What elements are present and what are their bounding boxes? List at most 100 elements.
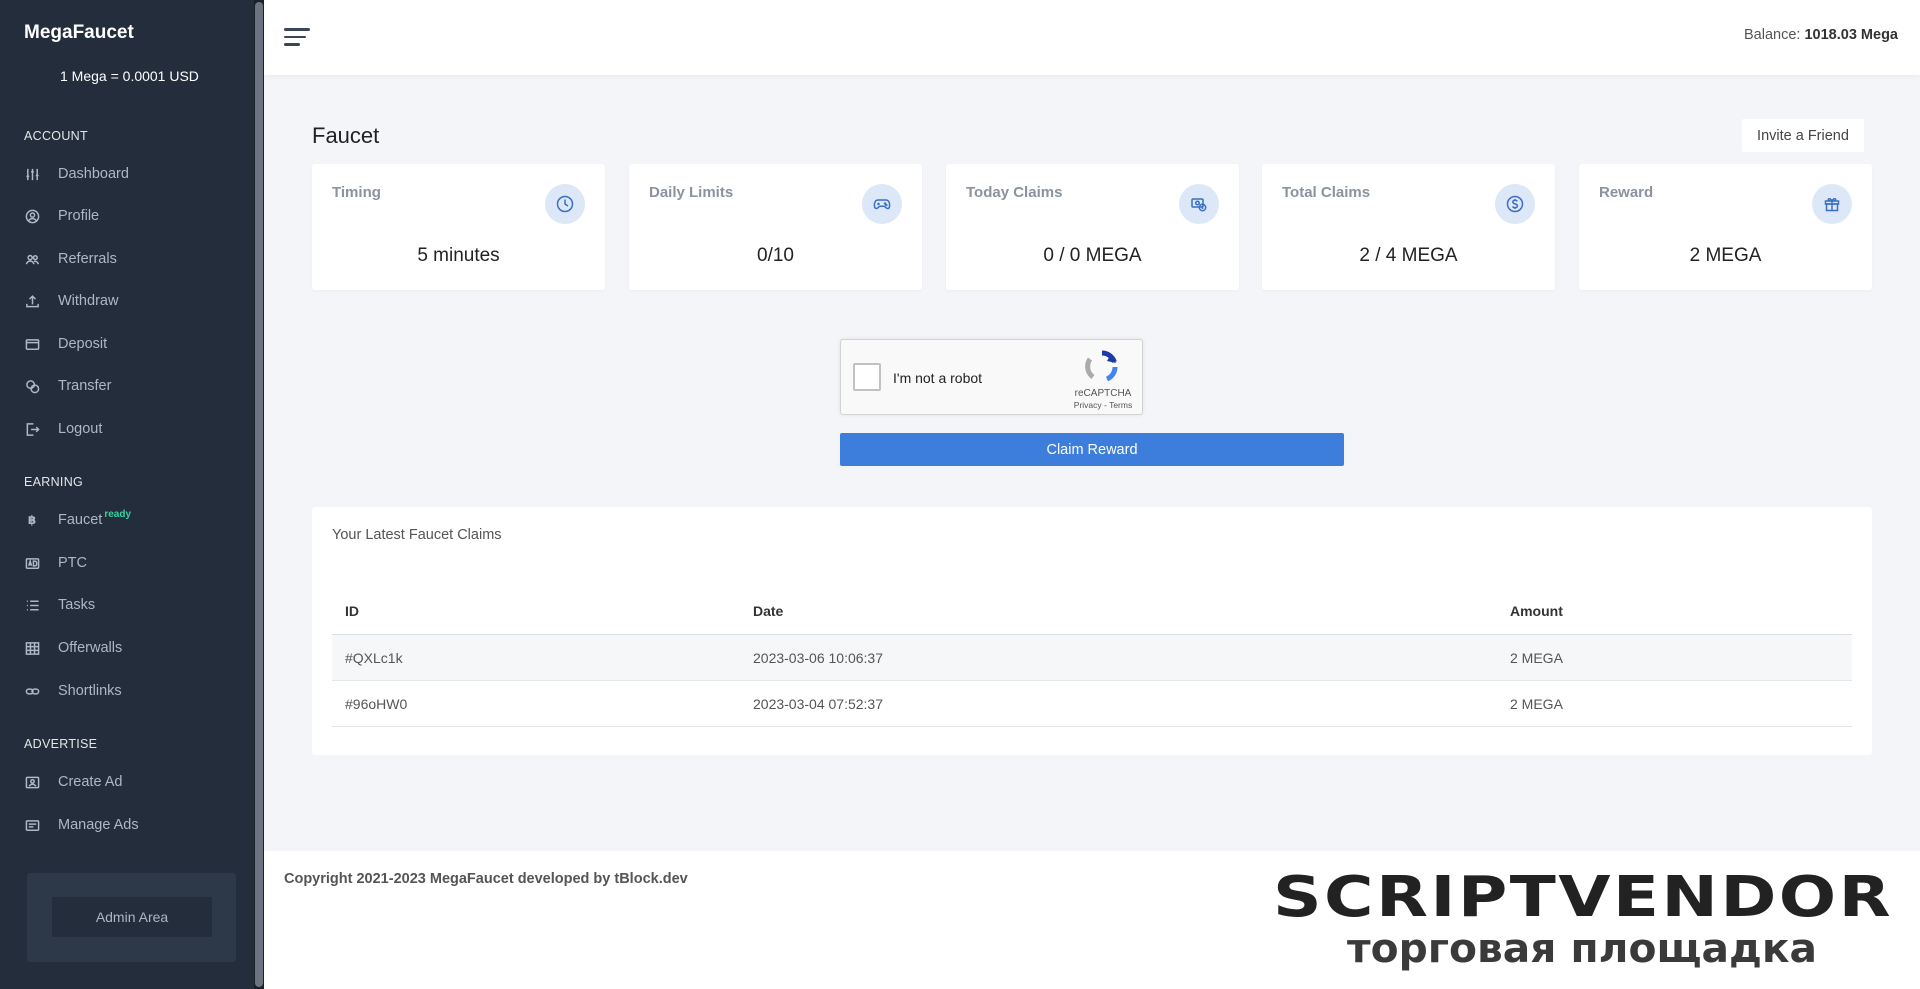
recaptcha-links[interactable]: Privacy - Terms [1065, 400, 1141, 410]
wallet-icon [24, 336, 40, 352]
stat-card-today-claims: Today Claims 0 / 0 MEGA [946, 164, 1239, 290]
table-row: #QXLc1k 2023-03-06 10:06:37 2 MEGA [332, 635, 1852, 681]
sidebar-item-label: Transfer [58, 378, 112, 394]
page-title: Faucet [312, 123, 380, 148]
sidebar-item-label: Shortlinks [58, 683, 122, 699]
topbar: Balance: 1018.03 Mega [264, 0, 1920, 75]
sidebar-item-profile[interactable]: Profile [24, 201, 244, 231]
sidebar-item-ptc[interactable]: PTC [24, 548, 244, 578]
header-date: Date [753, 602, 784, 619]
upload-icon [24, 293, 40, 309]
users-icon [24, 251, 40, 267]
sidebar-item-label: Tasks [58, 597, 96, 613]
list-icon [24, 597, 40, 613]
card-icon [24, 817, 40, 833]
sidebar-item-withdraw[interactable]: Withdraw [24, 286, 244, 316]
stat-card-daily-limits: Daily Limits 0/10 [629, 164, 922, 290]
ad-icon [24, 555, 40, 571]
link-icon [24, 683, 40, 699]
claims-table: ID Date Amount #QXLc1k 2023-03-06 10:06:… [332, 587, 1852, 727]
cell-date: 2023-03-06 10:06:37 [753, 649, 883, 666]
sidebar-scrollbar[interactable] [254, 0, 264, 989]
card-value: 0 / 0 MEGA [1043, 245, 1142, 266]
claims-title: Your Latest Faucet Claims [332, 527, 502, 543]
sidebar-item-label: Withdraw [58, 293, 119, 309]
sidebar-item-label: PTC [58, 555, 87, 571]
watermark-line1: SCRIPTVENDOR [1273, 865, 1893, 930]
sidebar-item-referrals[interactable]: Referrals [24, 244, 244, 274]
sidebar-item-label: Faucet [58, 512, 103, 528]
sidebar-item-label: Profile [58, 208, 100, 224]
sidebar-item-label: Deposit [58, 336, 108, 352]
sidebar-item-label: Dashboard [58, 166, 129, 182]
user-circle-icon [24, 208, 40, 224]
sidebar-item-label: Referrals [58, 251, 117, 267]
scrollbar-thumb[interactable] [255, 2, 263, 987]
sidebar: MegaFaucet 1 Mega = 0.0001 USD ACCOUNT D… [0, 0, 254, 989]
recaptcha-checkbox[interactable] [853, 363, 881, 391]
card-value: 5 minutes [417, 245, 500, 266]
sidebar-item-label: Manage Ads [58, 817, 139, 833]
gamepad-icon [862, 184, 902, 224]
balance-label: Balance: [1744, 27, 1801, 43]
recaptcha-logo-icon [1085, 350, 1118, 382]
recaptcha-label: I'm not a robot [893, 370, 983, 386]
card-value: 0/10 [757, 245, 794, 266]
claim-reward-button[interactable]: Claim Reward [840, 433, 1344, 466]
cell-id: #QXLc1k [345, 649, 403, 666]
sidebar-item-shortlinks[interactable]: Shortlinks [24, 676, 244, 706]
admin-area-button[interactable]: Admin Area [52, 897, 212, 937]
balance-display: Balance: 1018.03 Mega [1744, 27, 1898, 43]
recaptcha-brand: reCAPTCHA [1074, 388, 1132, 399]
exchange-rate: 1 Mega = 0.0001 USD [60, 68, 199, 84]
sidebar-item-label: Logout [58, 421, 103, 437]
logout-icon [24, 421, 40, 437]
sidebar-item-manage-ads[interactable]: Manage Ads [24, 810, 244, 840]
money-icon [1179, 184, 1219, 224]
ready-badge: ready [104, 508, 132, 520]
header-amount: Amount [1510, 602, 1563, 619]
gift-icon [1812, 184, 1852, 224]
scriptvendor-watermark: SCRIPTVENDOR торговая площадка [1272, 864, 1893, 973]
stat-card-timing: Timing 5 minutes [312, 164, 605, 290]
card-value: 2 / 4 MEGA [1359, 245, 1458, 266]
table-row: #96oHW0 2023-03-04 07:52:37 2 MEGA [332, 681, 1852, 727]
brand-logo[interactable]: MegaFaucet [24, 22, 134, 44]
clock-icon [545, 184, 585, 224]
card-value: 2 MEGA [1689, 245, 1762, 266]
sidebar-item-offerwalls[interactable]: Offerwalls [24, 633, 244, 663]
copyright-text: Copyright 2021-2023 MegaFaucet developed… [284, 871, 688, 887]
bitcoin-icon: ฿ [27, 513, 37, 527]
sidebar-item-faucet[interactable]: ฿ Faucet ready [24, 505, 244, 535]
section-advertise: ADVERTISE [24, 737, 98, 751]
menu-toggle-icon[interactable] [284, 26, 310, 48]
section-account: ACCOUNT [24, 129, 88, 143]
cell-amount: 2 MEGA [1510, 649, 1563, 666]
sidebar-item-transfer[interactable]: Transfer [24, 371, 244, 401]
sidebar-item-logout[interactable]: Logout [24, 414, 244, 444]
header-id: ID [345, 602, 359, 619]
latest-claims-panel: Your Latest Faucet Claims ID Date Amount… [312, 507, 1872, 755]
stat-card-reward: Reward 2 MEGA [1579, 164, 1872, 290]
card-title: Reward [1599, 184, 1654, 201]
watermark-line2: торговая площадка [1347, 926, 1817, 972]
sidebar-item-label: Offerwalls [58, 640, 123, 656]
stat-card-total-claims: Total Claims 2 / 4 MEGA [1262, 164, 1555, 290]
table-header-row: ID Date Amount [332, 587, 1852, 635]
sidebar-item-tasks[interactable]: Tasks [24, 590, 244, 620]
admin-area-box: Admin Area [27, 873, 236, 962]
card-title: Today Claims [966, 184, 1063, 201]
sidebar-item-dashboard[interactable]: Dashboard [24, 159, 244, 189]
section-earning: EARNING [24, 475, 84, 489]
sidebar-item-create-ad[interactable]: Create Ad [24, 767, 244, 797]
cell-id: #96oHW0 [345, 695, 408, 712]
balance-value: 1018.03 Mega [1804, 27, 1898, 43]
dollar-coin-icon [1495, 184, 1535, 224]
sidebar-item-deposit[interactable]: Deposit [24, 329, 244, 359]
grid-icon [24, 640, 40, 656]
sidebar-item-label: Create Ad [58, 774, 123, 790]
cell-amount: 2 MEGA [1510, 695, 1563, 712]
card-title: Timing [332, 184, 381, 201]
card-title: Daily Limits [649, 184, 734, 201]
invite-friend-button[interactable]: Invite a Friend [1742, 119, 1864, 152]
